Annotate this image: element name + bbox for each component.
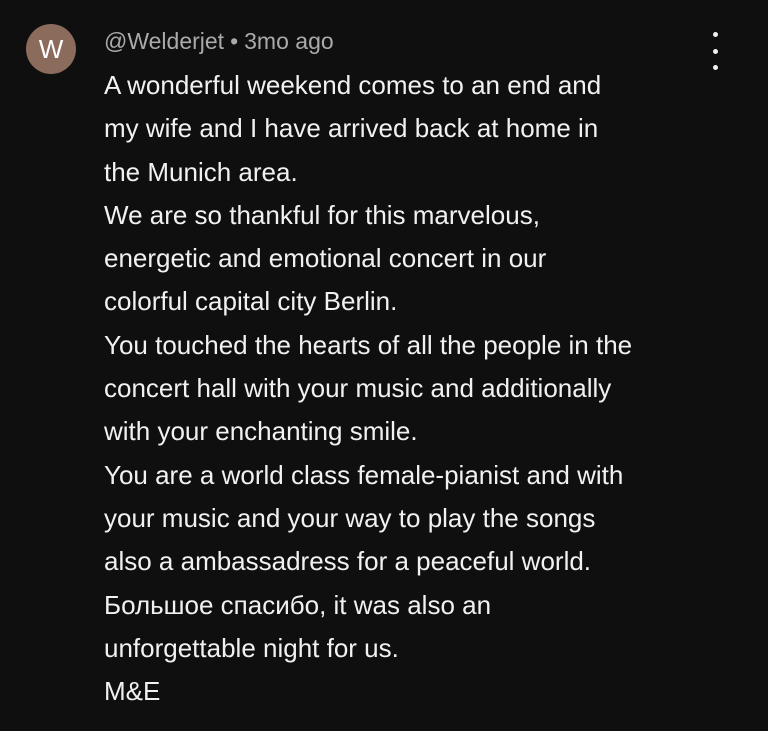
comment-line: my wife and I have arrived back at home … xyxy=(104,113,599,144)
comment-line: You are a world class female-pianist and… xyxy=(104,459,624,490)
comment-line: You touched the hearts of all the people… xyxy=(104,329,633,360)
comment-line: the Munich area. xyxy=(104,156,298,187)
comment-line: your music and your way to play the song… xyxy=(104,502,596,533)
menu-dot xyxy=(712,48,718,54)
author-name[interactable]: @Welderjet xyxy=(104,28,224,54)
comment-timestamp[interactable]: 3mo ago xyxy=(244,28,334,54)
comment-line: We are so thankful for this marvelous, xyxy=(104,199,540,230)
avatar[interactable]: W xyxy=(26,24,76,74)
comment-line: with your enchanting smile. xyxy=(104,416,418,447)
comment-line: Большое спасибо, it was also an xyxy=(104,589,492,620)
comment-line: unforgettable night for us. xyxy=(104,632,399,663)
menu-dot xyxy=(712,32,718,37)
comment-line: colorful capital city Berlin. xyxy=(104,286,398,317)
comment-line: M&E xyxy=(104,676,161,707)
comment-line: energetic and emotional concert in our xyxy=(104,243,547,274)
separator-dot: • xyxy=(230,28,239,54)
comment-line: A wonderful weekend comes to an end and xyxy=(104,70,602,100)
comment-header: @Welderjet • 3mo ago xyxy=(104,28,334,55)
comment-text: A wonderful weekend comes to an end and … xyxy=(104,64,744,713)
comment-line: also a ambassadress for a peaceful world… xyxy=(104,546,592,577)
comment-line: concert hall with your music and additio… xyxy=(104,373,612,404)
